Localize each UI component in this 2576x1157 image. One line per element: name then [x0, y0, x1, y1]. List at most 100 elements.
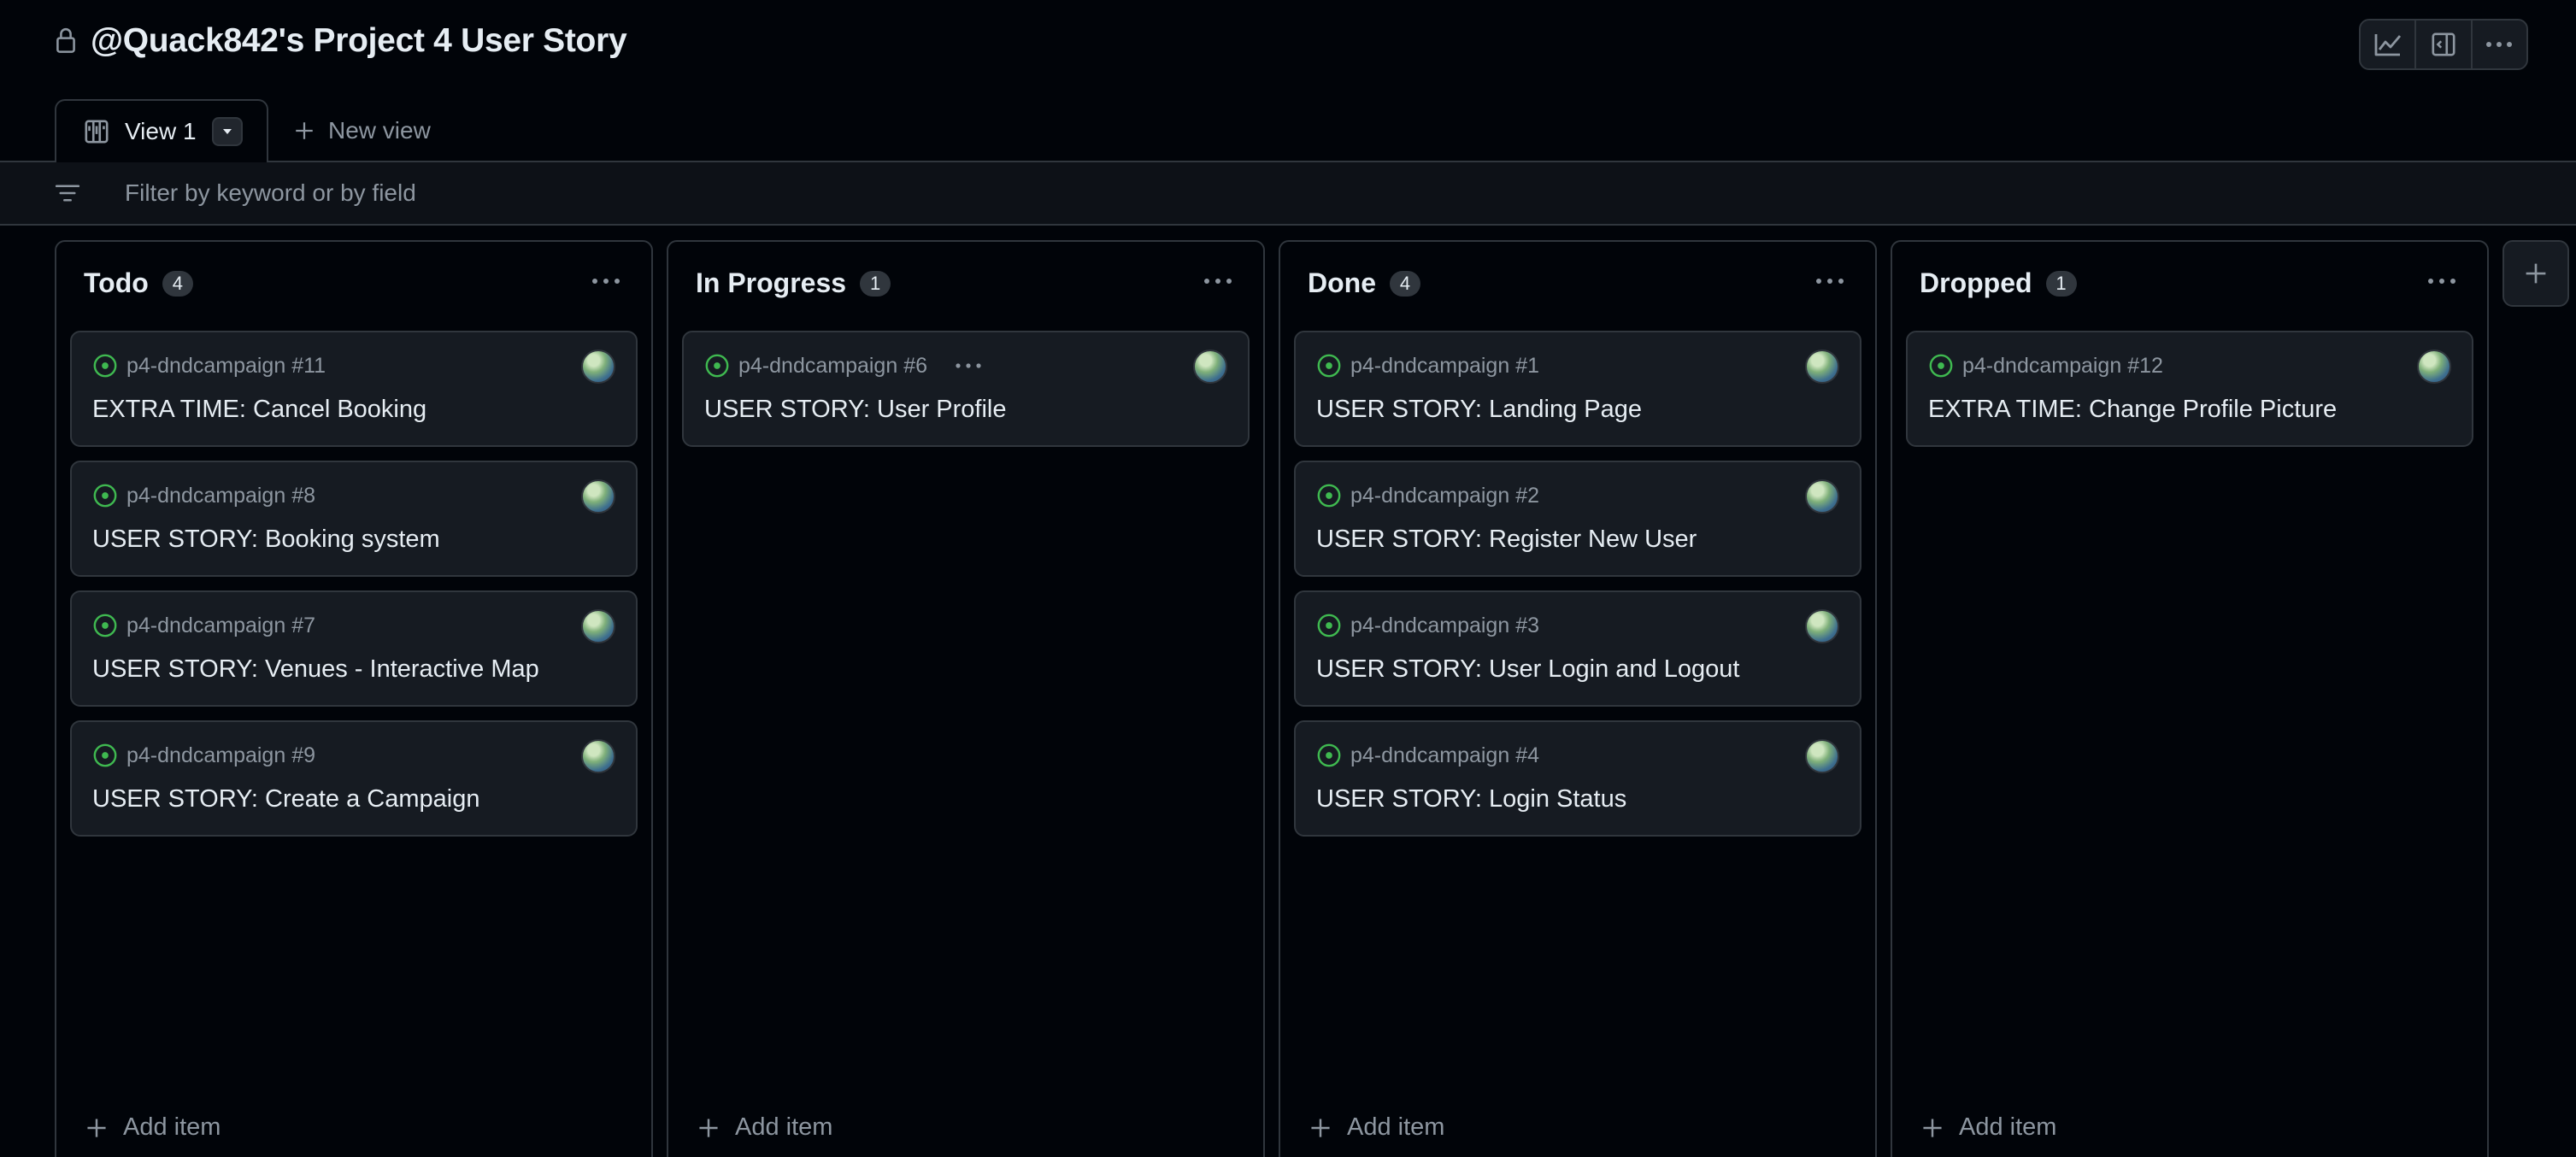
view-tabs: View 1 New view	[55, 99, 431, 162]
issue-open-icon	[92, 483, 118, 508]
card-menu-icon[interactable]	[955, 362, 982, 369]
card-repo-ref[interactable]: p4-dndcampaign #1	[1350, 354, 1539, 379]
issue-card[interactable]: p4-dndcampaign #12 EXTRA TIME: Change Pr…	[1906, 331, 2473, 447]
card-title[interactable]: EXTRA TIME: Change Profile Picture	[1928, 396, 2337, 424]
insights-button[interactable]	[2361, 21, 2417, 68]
assignee-avatar[interactable]	[1805, 609, 1839, 643]
issue-card[interactable]: p4-dndcampaign #4 USER STORY: Login Stat…	[1294, 720, 1861, 837]
add-item-label: Add item	[123, 1113, 221, 1141]
issue-open-icon	[704, 353, 730, 379]
card-title[interactable]: USER STORY: Login Status	[1316, 785, 1626, 813]
card-repo-ref[interactable]: p4-dndcampaign #4	[1350, 743, 1539, 768]
add-item-button[interactable]: Add item	[1309, 1113, 1444, 1142]
column-todo: Todo 4 p4-dndcampaign #11 EXTRA TIME: Ca…	[55, 240, 653, 1157]
project-header: @Quack842's Project 4 User Story View 1 …	[0, 0, 2576, 162]
issue-card[interactable]: p4-dndcampaign #11 EXTRA TIME: Cancel Bo…	[70, 331, 638, 447]
filter-input[interactable]	[125, 179, 809, 207]
kebab-icon	[2485, 41, 2513, 48]
plus-icon	[85, 1117, 108, 1139]
card-title[interactable]: USER STORY: Create a Campaign	[92, 785, 479, 813]
column-title: Todo	[84, 267, 149, 298]
column-header: Dropped 1	[1920, 267, 2077, 299]
issue-open-icon	[1316, 613, 1342, 638]
card-title[interactable]: USER STORY: User Login and Logout	[1316, 655, 1739, 684]
issue-card[interactable]: p4-dndcampaign #7 USER STORY: Venues - I…	[70, 590, 638, 707]
plus-icon	[2524, 261, 2548, 285]
card-meta: p4-dndcampaign #12	[1928, 353, 2163, 379]
insights-icon	[2374, 32, 2402, 56]
add-column-button[interactable]	[2502, 240, 2569, 307]
card-title[interactable]: USER STORY: Booking system	[92, 526, 440, 554]
card-repo-ref[interactable]: p4-dndcampaign #3	[1350, 614, 1539, 638]
issue-open-icon	[1316, 483, 1342, 508]
column-menu-icon[interactable]	[591, 278, 620, 285]
assignee-avatar[interactable]	[581, 479, 615, 514]
column-count-badge: 1	[860, 270, 891, 297]
add-item-label: Add item	[735, 1113, 833, 1141]
card-meta: p4-dndcampaign #11	[92, 353, 326, 379]
issue-card[interactable]: p4-dndcampaign #3 USER STORY: User Login…	[1294, 590, 1861, 707]
card-repo-ref[interactable]: p4-dndcampaign #11	[126, 354, 326, 379]
issue-card[interactable]: p4-dndcampaign #8 USER STORY: Booking sy…	[70, 461, 638, 577]
add-item-button[interactable]: Add item	[697, 1113, 832, 1142]
assignee-avatar[interactable]	[581, 349, 615, 384]
card-meta: p4-dndcampaign #8	[92, 483, 315, 508]
column-header: Done 4	[1308, 267, 1420, 299]
more-options-button[interactable]	[2473, 21, 2526, 68]
column-menu-icon[interactable]	[2427, 278, 2456, 285]
add-item-label: Add item	[1347, 1113, 1445, 1141]
card-title[interactable]: USER STORY: Venues - Interactive Map	[92, 655, 539, 684]
add-item-label: Add item	[1959, 1113, 2057, 1141]
card-meta: p4-dndcampaign #2	[1316, 483, 1539, 508]
assignee-avatar[interactable]	[1805, 739, 1839, 773]
column-dropped: Dropped 1 p4-dndcampaign #12 EXTRA TIME:…	[1891, 240, 2489, 1157]
side-panel-button[interactable]	[2416, 21, 2473, 68]
card-title[interactable]: USER STORY: Register New User	[1316, 526, 1697, 554]
view-options-dropdown[interactable]	[211, 117, 243, 146]
column-menu-icon[interactable]	[1203, 278, 1232, 285]
issue-card[interactable]: p4-dndcampaign #9 USER STORY: Create a C…	[70, 720, 638, 837]
add-item-button[interactable]: Add item	[85, 1113, 221, 1142]
filter-icon[interactable]	[55, 184, 80, 203]
board-icon	[84, 119, 109, 144]
issue-open-icon	[92, 353, 118, 379]
plus-icon	[1921, 1117, 1944, 1139]
card-repo-ref[interactable]: p4-dndcampaign #2	[1350, 484, 1539, 508]
column-menu-icon[interactable]	[1815, 278, 1844, 285]
card-repo-ref[interactable]: p4-dndcampaign #8	[126, 484, 315, 508]
assignee-avatar[interactable]	[1805, 349, 1839, 384]
card-meta: p4-dndcampaign #1	[1316, 353, 1539, 379]
column-header: Todo 4	[84, 267, 193, 299]
add-item-button[interactable]: Add item	[1921, 1113, 2056, 1142]
issue-card[interactable]: p4-dndcampaign #1 USER STORY: Landing Pa…	[1294, 331, 1861, 447]
column-count-badge: 4	[1390, 270, 1420, 297]
side-panel-icon	[2431, 32, 2456, 57]
card-meta: p4-dndcampaign #4	[1316, 743, 1539, 768]
new-view-button[interactable]: New view	[294, 99, 431, 162]
issue-open-icon	[1316, 743, 1342, 768]
assignee-avatar[interactable]	[581, 609, 615, 643]
card-title[interactable]: EXTRA TIME: Cancel Booking	[92, 396, 426, 424]
card-repo-ref[interactable]: p4-dndcampaign #12	[1962, 354, 2163, 379]
card-meta: p4-dndcampaign #6	[704, 353, 982, 379]
card-repo-ref[interactable]: p4-dndcampaign #6	[738, 354, 927, 379]
issue-card[interactable]: p4-dndcampaign #6 USER STORY: User Profi…	[682, 331, 1250, 447]
card-repo-ref[interactable]: p4-dndcampaign #7	[126, 614, 315, 638]
card-repo-ref[interactable]: p4-dndcampaign #9	[126, 743, 315, 768]
column-header: In Progress 1	[696, 267, 891, 299]
card-title[interactable]: USER STORY: User Profile	[704, 396, 1006, 424]
assignee-avatar[interactable]	[1193, 349, 1227, 384]
plus-icon	[697, 1117, 720, 1139]
issue-open-icon	[92, 613, 118, 638]
assignee-avatar[interactable]	[2417, 349, 2451, 384]
assignee-avatar[interactable]	[581, 739, 615, 773]
column-title: Done	[1308, 267, 1376, 298]
column-title: Dropped	[1920, 267, 2032, 298]
filter-bar	[0, 161, 2576, 226]
card-title[interactable]: USER STORY: Landing Page	[1316, 396, 1642, 424]
new-view-label: New view	[328, 117, 431, 144]
column-in-progress: In Progress 1 p4-dndcampaign #6 USER STO…	[667, 240, 1265, 1157]
assignee-avatar[interactable]	[1805, 479, 1839, 514]
issue-card[interactable]: p4-dndcampaign #2 USER STORY: Register N…	[1294, 461, 1861, 577]
tab-view-1[interactable]: View 1	[55, 99, 268, 162]
